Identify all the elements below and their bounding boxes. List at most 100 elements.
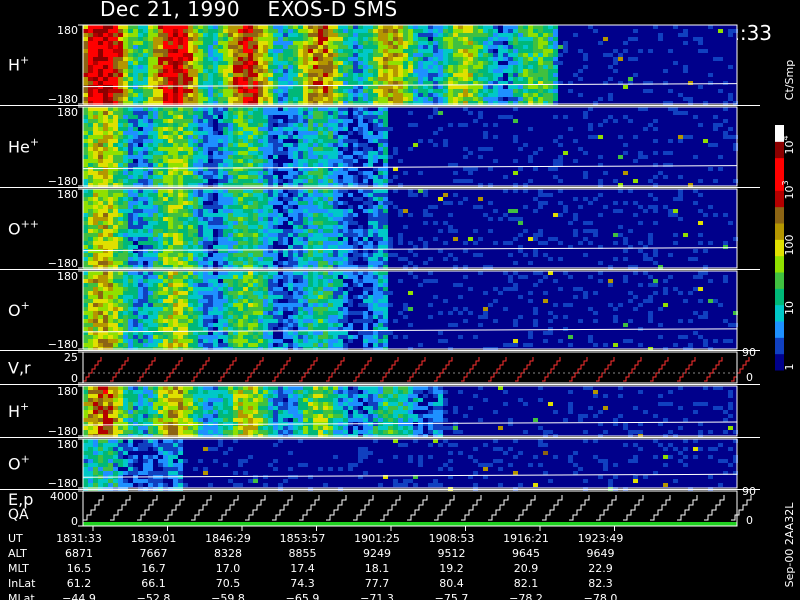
table-cell: −52.8 <box>137 592 171 600</box>
table-cell: −78.2 <box>509 592 543 600</box>
table-cell: −44.9 <box>62 592 96 600</box>
y-max-tick: 180 <box>57 438 78 451</box>
table-cell: 77.7 <box>365 577 390 590</box>
colorbar-tick: 104 <box>781 135 796 154</box>
table-row-label: ALT <box>8 547 27 560</box>
table-cell: 1853:57 <box>280 532 326 545</box>
table-cell: 18.1 <box>365 562 390 575</box>
panel-label-2: QA <box>8 507 29 523</box>
panel-label-sup: + <box>21 299 30 312</box>
y-max-tick: 180 <box>57 106 78 119</box>
table-cell: 70.5 <box>216 577 241 590</box>
panel-label: H+ <box>8 400 29 421</box>
y-max-tick: 4000 <box>50 490 78 503</box>
y-max-tick: 180 <box>57 270 78 283</box>
y-min-tick: −180 <box>48 477 78 490</box>
colorbar-tick-value: 10 <box>783 141 796 155</box>
table-cell: 19.2 <box>439 562 464 575</box>
panel-6: H+180−180 <box>8 385 738 438</box>
colorbar-segment <box>775 157 784 175</box>
panel-2: He+180−180 <box>8 106 738 188</box>
panel-label: V,r <box>8 359 31 378</box>
table-row-label: MLT <box>8 562 29 575</box>
table-cell: 20.9 <box>514 562 539 575</box>
panel-label-text: O <box>8 455 21 474</box>
panel-label: O+ <box>8 453 30 474</box>
colorbar-tick-value: 100 <box>783 235 796 256</box>
table-cell: 16.7 <box>141 562 166 575</box>
side-note: Sep-00 2AA32L <box>783 502 796 588</box>
right-tick-bottom: 0 <box>746 371 753 384</box>
y-min-tick: −180 <box>48 93 78 106</box>
panel-label: H+ <box>8 54 29 75</box>
y-min-tick: 0 <box>71 515 78 528</box>
panel-label-sup: + <box>20 400 29 413</box>
table-cell: 1839:01 <box>131 532 177 545</box>
panel-label-sup: + <box>21 453 30 466</box>
table-cell: 82.1 <box>514 577 539 590</box>
table-cell: −65.9 <box>286 592 320 600</box>
y-min-tick: −180 <box>48 338 78 351</box>
table-cell: 9649 <box>587 547 615 560</box>
colorbar-unit: Ct/Smp <box>783 60 796 100</box>
panel-label: He+ <box>8 136 39 157</box>
table-cell: 6871 <box>65 547 93 560</box>
right-tick-bottom: 0 <box>746 514 753 527</box>
y-max-tick: 25 <box>64 351 78 364</box>
colorbar-tick: 103 <box>781 180 796 199</box>
table-cell: 1916:21 <box>503 532 549 545</box>
table-cell: 82.3 <box>588 577 613 590</box>
y-max-tick: 180 <box>57 24 78 37</box>
table-cell: −71.3 <box>360 592 394 600</box>
table-cell: 61.2 <box>67 577 92 590</box>
colorbar-tick-value: 10 <box>783 186 796 200</box>
panel-label: O+ <box>8 299 30 320</box>
colorbar-segment <box>775 255 784 273</box>
colorbar: 104103100101 <box>775 125 796 371</box>
panel-label-text: V,r <box>8 359 31 378</box>
panel-5: V,r 25 0 90 0 <box>8 346 756 385</box>
colorbar-tick-exp: 3 <box>781 180 790 185</box>
colorbar-segment <box>775 272 784 289</box>
panel-3: O++ 180 −180 <box>8 188 738 270</box>
panel-8: E,pQA40000900 <box>8 485 756 528</box>
table-cell: 16.5 <box>67 562 92 575</box>
table-cell: −59.8 <box>211 592 245 600</box>
panel-1: H+ 180 −180 <box>8 24 738 106</box>
right-tick-top: 90 <box>742 485 756 498</box>
panel-label-text: He <box>8 138 30 157</box>
right-tick-top: 90 <box>742 346 756 359</box>
table-cell: 1923:49 <box>578 532 624 545</box>
panel-label-sup: ++ <box>21 218 39 231</box>
table-cell: 17.4 <box>290 562 315 575</box>
spectrogram-chart: H+180−180He+180−180O++180−180O+180−180V,… <box>0 24 796 600</box>
table-cell: −75.7 <box>435 592 469 600</box>
y-min-tick: 0 <box>71 372 78 385</box>
colorbar-tick-value: 1 <box>783 364 796 371</box>
table-cell: 8328 <box>214 547 242 560</box>
colorbar-tick-exp: 4 <box>781 135 790 140</box>
panel-label-text: H <box>8 402 20 421</box>
y-min-tick: −180 <box>48 425 78 438</box>
table-row-label: InLat <box>8 577 36 590</box>
panel-7: O+180−180 <box>8 438 738 491</box>
table-cell: 22.9 <box>588 562 613 575</box>
table-cell: 9645 <box>512 547 540 560</box>
colorbar-tick: 1 <box>783 364 796 371</box>
table-cell: 1831:33 <box>56 532 102 545</box>
table-row-label: UT <box>8 532 23 545</box>
panel-4: O+ 180 −180 <box>8 270 738 351</box>
table-cell: 80.4 <box>439 577 464 590</box>
panel-label-text: H <box>8 56 20 75</box>
colorbar-tick-value: 10 <box>783 301 796 315</box>
table-cell: 66.1 <box>141 577 166 590</box>
y-max-tick: 180 <box>57 385 78 398</box>
y-min-tick: −180 <box>48 257 78 270</box>
colorbar-segment <box>775 206 784 224</box>
table-row-label: MLat <box>8 592 35 600</box>
panel-label: O++ <box>8 218 39 239</box>
table-cell: 9512 <box>438 547 466 560</box>
table-cell: 17.0 <box>216 562 241 575</box>
table-cell: 7667 <box>140 547 168 560</box>
table-cell: 8855 <box>289 547 317 560</box>
